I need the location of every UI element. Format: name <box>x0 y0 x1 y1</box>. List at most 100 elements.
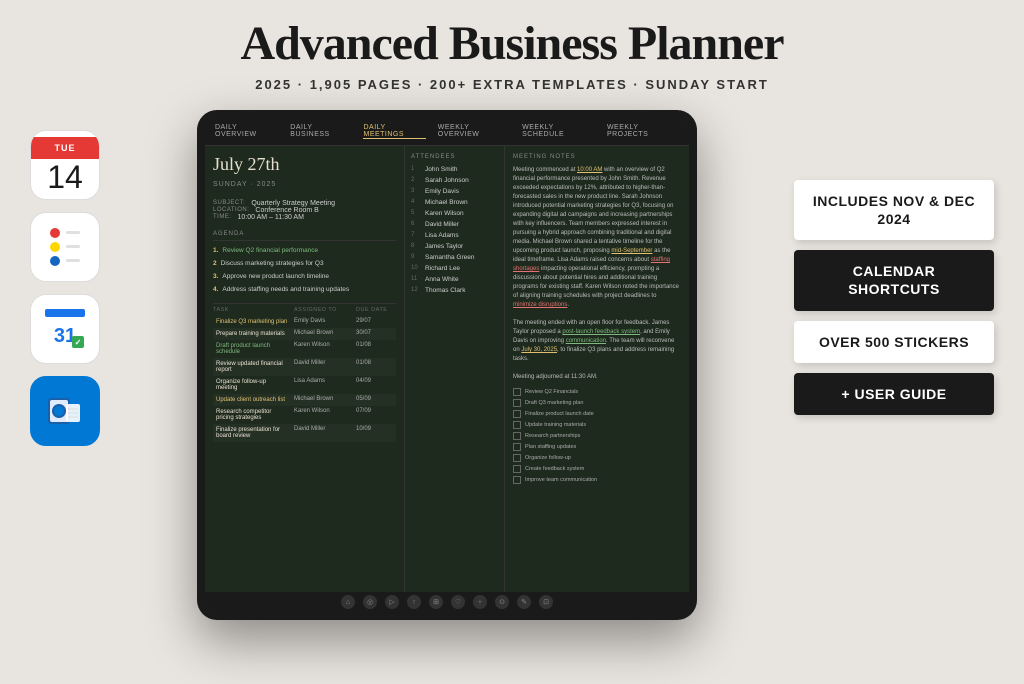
attendee-num-2: 2 <box>411 177 421 183</box>
reminder-line-2 <box>66 245 80 248</box>
checkbox-3[interactable] <box>513 410 521 418</box>
checkbox-8[interactable] <box>513 465 521 473</box>
checkbox-1[interactable] <box>513 388 521 396</box>
page-header: Advanced Business Planner 2025 · 1,905 P… <box>0 0 1024 100</box>
bottom-icon-5[interactable]: ⊞ <box>429 595 443 609</box>
right-badges-column: INCLUDES NOV & DEC 2024 CALENDAR SHORTCU… <box>794 110 994 415</box>
agenda-text-2: Discuss marketing strategies for Q3 <box>221 260 324 267</box>
attendee-name-7: Lisa Adams <box>425 232 459 239</box>
date-highlight: mid-September <box>611 248 652 254</box>
notes-content: Meeting commenced at 10:00 AM with an ov… <box>513 166 681 382</box>
bottom-icon-3[interactable]: ▷ <box>385 595 399 609</box>
check-item-8: Create feedback system <box>513 465 681 473</box>
check-item-3: Finalize product launch date <box>513 410 681 418</box>
google-calendar-app-icon[interactable]: 31 ✓ <box>30 294 100 364</box>
attendee-name-6: David Miller <box>425 221 459 228</box>
check-item-2: Draft Q3 marketing plan <box>513 399 681 407</box>
task-assigned-7: Karen Wilson <box>294 408 354 422</box>
feedback-highlight: post-launch feedback system <box>562 329 640 335</box>
bottom-icon-6[interactable]: ♡ <box>451 595 465 609</box>
agenda-text-1: Review Q2 financial performance <box>222 247 318 254</box>
checklist: Review Q2 Financials Draft Q3 marketing … <box>513 388 681 484</box>
task-assigned-8: David Miller <box>294 426 354 440</box>
task-name-5: Organize follow-up meeting <box>213 378 292 392</box>
bottom-icon-2[interactable]: ◎ <box>363 595 377 609</box>
task-assigned-4: David Miller <box>294 360 354 374</box>
bottom-icon-9[interactable]: ✎ <box>517 595 531 609</box>
calendar-app-icon[interactable]: TUE 14 <box>30 130 100 200</box>
nav-daily-overview[interactable]: DAILY OVERVIEW <box>215 124 278 138</box>
tablet-attendees-panel: ATTENDEES 1 John Smith 2 Sarah Johnson 3… <box>405 146 505 592</box>
check-label-7: Organize follow-up <box>525 455 571 461</box>
task-due-3: 01/08 <box>356 342 396 356</box>
attendee-10: 10 Richard Lee <box>411 265 498 272</box>
badge-stickers: OVER 500 STICKERS <box>794 321 994 363</box>
minimize-highlight: minimize disruptions <box>513 302 567 308</box>
tablet-main-content: July 27th SUNDAY · 2025 SUBJECT: Quarter… <box>205 146 689 592</box>
checkbox-7[interactable] <box>513 454 521 462</box>
attendee-num-6: 6 <box>411 221 421 227</box>
check-item-6: Plan staffing updates <box>513 443 681 451</box>
nav-daily-business[interactable]: DAILY BUSINESS <box>290 124 351 138</box>
checkbox-5[interactable] <box>513 432 521 440</box>
attendee-3: 3 Emily Davis <box>411 188 498 195</box>
task-assigned-1: Emily Davis <box>294 318 354 326</box>
red-dot-icon <box>50 228 60 238</box>
agenda-text-3: Approve new product launch timeline <box>222 273 329 280</box>
nav-weekly-projects[interactable]: WEEKLY PROJECTS <box>607 124 679 138</box>
bottom-icon-4[interactable]: ↑ <box>407 595 421 609</box>
nav-weekly-schedule[interactable]: WEEKLY SCHEDULE <box>522 124 595 138</box>
attendee-num-9: 9 <box>411 254 421 260</box>
time-value: 10:00 AM – 11:30 AM <box>238 214 304 221</box>
tablet-bottom-bar: ⌂ ◎ ▷ ↑ ⊞ ♡ + ⊙ ✎ ⊡ <box>205 592 689 612</box>
agenda-num-3: 3. <box>213 273 218 280</box>
check-label-9: Improve team communication <box>525 477 597 483</box>
task-name-2: Prepare training materials <box>213 330 292 338</box>
gcal-icon-svg: 31 ✓ <box>40 304 90 354</box>
check-item-4: Update training materials <box>513 421 681 429</box>
location-value: Conference Room B <box>255 207 318 214</box>
task-assigned-5: Lisa Adams <box>294 378 354 392</box>
attendee-name-11: Anna White <box>425 276 459 283</box>
checkbox-6[interactable] <box>513 443 521 451</box>
bottom-icon-10[interactable]: ⊡ <box>539 595 553 609</box>
check-item-9: Improve team communication <box>513 476 681 484</box>
attendee-4: 4 Michael Brown <box>411 199 498 206</box>
check-label-6: Plan staffing updates <box>525 444 576 450</box>
task-name-4: Review updated financial report <box>213 360 292 374</box>
checkbox-9[interactable] <box>513 476 521 484</box>
reminders-app-icon[interactable] <box>30 212 100 282</box>
attendee-name-2: Sarah Johnson <box>425 177 469 184</box>
bottom-icon-8[interactable]: ⊙ <box>495 595 509 609</box>
checkbox-2[interactable] <box>513 399 521 407</box>
blue-dot-icon <box>50 256 60 266</box>
task-row-8: Finalize presentation for board review D… <box>213 424 396 442</box>
attendee-num-4: 4 <box>411 199 421 205</box>
attendee-name-9: Samantha Green <box>425 254 475 261</box>
bottom-icon-7[interactable]: + <box>473 595 487 609</box>
attendee-7: 7 Lisa Adams <box>411 232 498 239</box>
main-title: Advanced Business Planner <box>0 18 1024 71</box>
check-label-4: Update training materials <box>525 422 586 428</box>
calendar-date-number: 14 <box>47 161 83 193</box>
task-name-1: Finalize Q3 marketing plan <box>213 318 292 326</box>
subject-value: Quarterly Strategy Meeting <box>251 200 335 207</box>
outlook-app-icon[interactable] <box>30 376 100 446</box>
check-label-3: Finalize product launch date <box>525 411 594 417</box>
task-due-1: 29/07 <box>356 318 396 326</box>
attendee-name-5: Karen Wilson <box>425 210 464 217</box>
task-row-3: Draft product launch schedule Karen Wils… <box>213 340 396 358</box>
tablet-notes-panel: MEETING NOTES Meeting commenced at 10:00… <box>505 146 689 592</box>
nav-daily-meetings[interactable]: DAILY MEETINGS <box>363 124 425 139</box>
task-name-3: Draft product launch schedule <box>213 342 292 356</box>
checkbox-4[interactable] <box>513 421 521 429</box>
attendee-8: 8 James Taylor <box>411 243 498 250</box>
staffing-highlight: staffing shortages <box>513 257 670 272</box>
comm-highlight: communication <box>566 338 606 344</box>
bottom-icon-1[interactable]: ⌂ <box>341 595 355 609</box>
tablet-screen: DAILY OVERVIEW DAILY BUSINESS DAILY MEET… <box>205 118 689 612</box>
nav-weekly-overview[interactable]: WEEKLY OVERVIEW <box>438 124 510 138</box>
task-name-8: Finalize presentation for board review <box>213 426 292 440</box>
attendee-name-3: Emily Davis <box>425 188 459 195</box>
notes-label: MEETING NOTES <box>513 154 681 160</box>
